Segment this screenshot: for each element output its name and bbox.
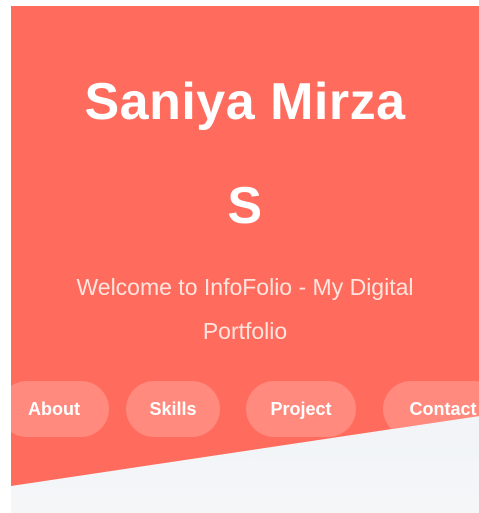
nav-project-button[interactable]: Project	[246, 381, 356, 437]
hero-name-first-line: Saniya Mirza	[84, 73, 406, 131]
page-frame: Saniya Mirza S Welcome to InfoFolio - My…	[11, 6, 479, 513]
nav-skills-button[interactable]: Skills	[126, 381, 220, 437]
hero-tagline-second-line: Portfolio	[202, 318, 288, 344]
hero-nav: About Skills Project Contact	[11, 381, 479, 437]
nav-contact-button[interactable]: Contact	[383, 381, 479, 437]
hero-name-second-line: S	[227, 177, 263, 235]
hero-tagline-first-line: Welcome to InfoFolio - My Digital	[76, 274, 414, 300]
hero-section: Saniya Mirza S Welcome to InfoFolio - My…	[11, 6, 479, 486]
nav-about-button[interactable]: About	[11, 381, 109, 437]
